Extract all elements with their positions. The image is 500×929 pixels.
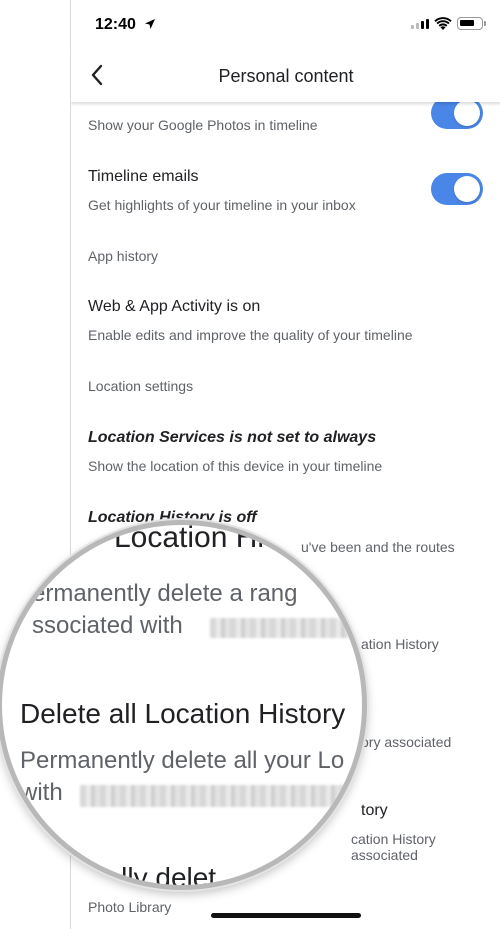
web-app-activity-title[interactable]: Web & App Activity is on — [88, 298, 260, 316]
magnified-associated-with-text: ssociated with — [32, 612, 183, 639]
magnified-delete-all-subtitle: Permanently delete all your Lo — [20, 747, 345, 774]
google-photos-subtitle: Show your Google Photos in timeline — [88, 117, 318, 133]
auto-delete-title-tail[interactable]: tory — [361, 802, 388, 820]
status-time: 12:40 — [95, 16, 136, 33]
timeline-emails-title[interactable]: Timeline emails — [88, 168, 199, 186]
status-bar: 12:40 — [71, 0, 500, 52]
magnifier-lens: Location Hi ermanently delete a rang sso… — [0, 520, 367, 890]
cellular-signal-icon — [411, 19, 429, 29]
home-indicator — [211, 913, 361, 918]
wifi-icon — [434, 17, 452, 30]
app-header: Personal content — [71, 52, 500, 102]
battery-icon — [457, 17, 483, 30]
delete-range-subtitle-tail: ation History — [361, 636, 439, 652]
toggle-knob — [454, 176, 480, 202]
magnified-with-text: with — [20, 779, 63, 806]
magnified-delete-all-title[interactable]: Delete all Location History — [20, 698, 345, 730]
magnified-delete-range-text: ermanently delete a rang — [32, 580, 298, 607]
location-settings-label: Location settings — [88, 378, 194, 394]
battery-tip — [484, 21, 486, 26]
auto-delete-subtitle-tail: cation History associated — [351, 831, 436, 863]
redacted-email — [210, 618, 360, 638]
web-app-activity-subtitle: Enable edits and improve the quality of … — [88, 327, 413, 343]
photo-library-label: Photo Library — [88, 899, 172, 915]
location-arrow-icon — [145, 19, 155, 29]
timeline-emails-subtitle: Get highlights of your timeline in your … — [88, 197, 356, 213]
magnified-location-history-heading: Location Hi — [114, 521, 265, 554]
location-services-title[interactable]: Location Services is not set to always — [88, 429, 376, 447]
location-services-subtitle: Show the location of this device in your… — [88, 458, 383, 474]
toggle-knob — [454, 100, 480, 126]
app-history-label: App history — [88, 248, 159, 264]
redacted-email — [80, 785, 362, 807]
delete-all-subtitle-tail: ory associated — [361, 734, 452, 750]
timeline-emails-toggle[interactable] — [431, 173, 483, 205]
page-title: Personal content — [218, 66, 354, 86]
